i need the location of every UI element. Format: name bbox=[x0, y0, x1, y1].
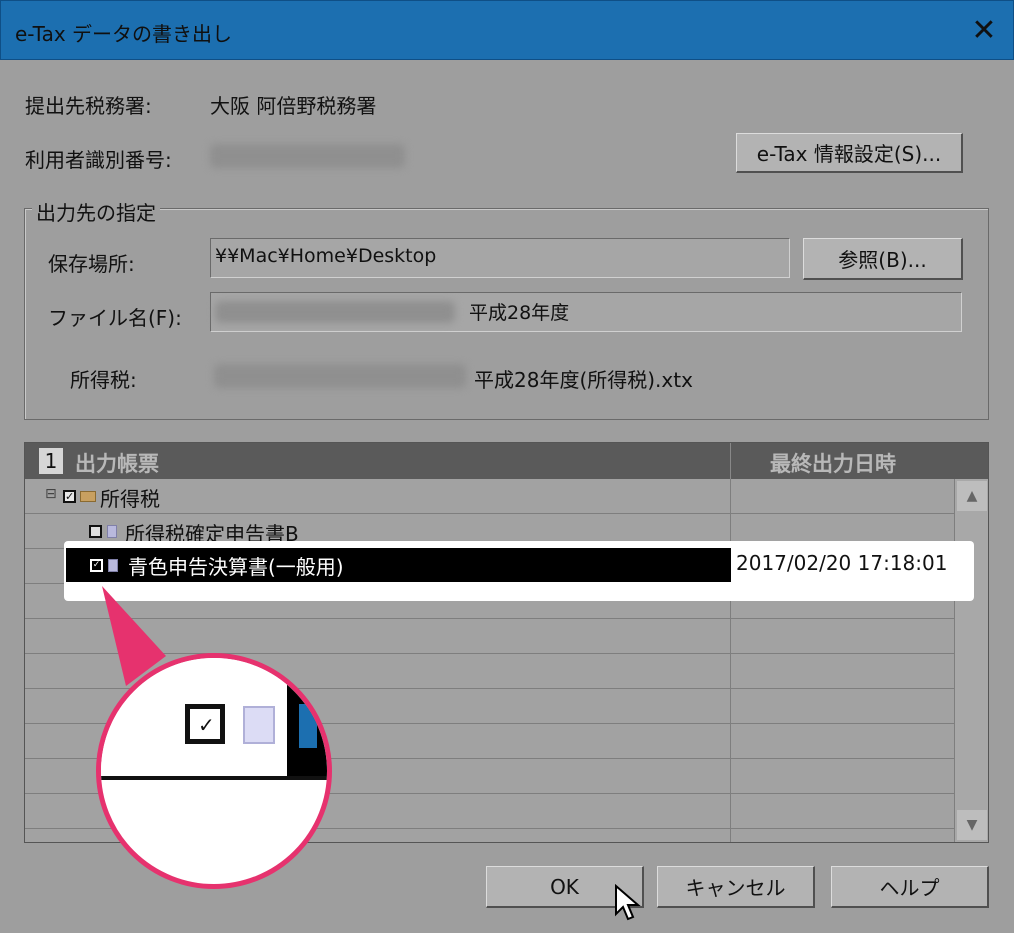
zoom-callout: ✓ bbox=[96, 653, 332, 889]
close-icon[interactable]: ✕ bbox=[955, 1, 1013, 59]
location-label: 保存場所: bbox=[48, 252, 135, 276]
mouse-cursor-icon bbox=[615, 884, 641, 921]
office-label: 提出先税務署: bbox=[25, 94, 152, 118]
row-label: 青色申告決算書(一般用) bbox=[128, 555, 344, 579]
income-tax-label: 所得税: bbox=[70, 368, 137, 392]
table-row[interactable]: ⊟ ✓ 所得税 bbox=[25, 479, 954, 514]
col-forms-header[interactable]: 出力帳票 bbox=[75, 448, 159, 478]
user-id-redacted bbox=[210, 144, 405, 168]
vertical-scrollbar[interactable]: ▲ ▼ bbox=[954, 479, 988, 842]
cursor-shape bbox=[615, 884, 641, 921]
filename-label: ファイル名(F): bbox=[48, 306, 182, 330]
zoom-row-divider bbox=[101, 776, 327, 780]
header-divider bbox=[730, 443, 731, 479]
browse-button[interactable]: 参照(B)... bbox=[803, 238, 963, 280]
scroll-down-icon[interactable]: ▼ bbox=[957, 810, 987, 840]
filename-input[interactable]: 平成28年度 bbox=[210, 292, 962, 332]
scroll-up-icon[interactable]: ▲ bbox=[957, 481, 987, 511]
row-date: 2017/02/20 17:18:01 bbox=[736, 551, 948, 575]
etax-settings-button[interactable]: e-Tax 情報設定(S)... bbox=[736, 133, 963, 173]
dialog-body: 提出先税務署: 大阪 阿倍野税務署 利用者識別番号: e-Tax 情報設定(S)… bbox=[0, 60, 1014, 933]
income-tax-file: 平成28年度(所得税).xtx bbox=[474, 368, 693, 392]
folder-icon bbox=[80, 491, 96, 502]
zoom-document-icon bbox=[243, 706, 275, 744]
checkbox-icon[interactable]: ✓ bbox=[63, 490, 76, 503]
filename-value: 平成28年度 bbox=[469, 302, 570, 324]
location-input[interactable]: ¥¥Mac¥Home¥Desktop bbox=[210, 238, 790, 278]
column-divider bbox=[730, 479, 731, 842]
selected-row[interactable]: ✓ 青色申告決算書(一般用) bbox=[66, 548, 731, 582]
grid-header: 1 出力帳票 最終出力日時 bbox=[25, 443, 988, 479]
user-id-label: 利用者識別番号: bbox=[25, 148, 172, 172]
help-button[interactable]: ヘルプ bbox=[831, 866, 989, 908]
col-last-output-header[interactable]: 最終出力日時 bbox=[770, 448, 896, 478]
filename-redacted bbox=[215, 301, 455, 323]
grid-header-number: 1 bbox=[39, 448, 63, 474]
office-value: 大阪 阿倍野税務署 bbox=[210, 94, 377, 118]
zoom-checkbox-icon: ✓ bbox=[185, 704, 225, 744]
title-bar: e-Tax データの書き出し ✕ bbox=[0, 0, 1014, 60]
collapse-icon[interactable]: ⊟ bbox=[45, 486, 57, 502]
row-label: 所得税 bbox=[100, 487, 160, 511]
zoom-text-fragment bbox=[299, 704, 317, 748]
document-icon bbox=[107, 525, 117, 538]
document-icon bbox=[108, 559, 118, 572]
output-group-title: 出力先の指定 bbox=[32, 197, 160, 226]
cancel-button[interactable]: キャンセル bbox=[657, 866, 815, 908]
checkbox-checked-icon[interactable]: ✓ bbox=[90, 559, 103, 572]
window-title: e-Tax データの書き出し bbox=[15, 22, 233, 46]
checkbox-icon[interactable] bbox=[89, 525, 102, 538]
income-tax-path-redacted bbox=[214, 364, 466, 388]
zoom-check-glyph: ✓ bbox=[198, 713, 215, 737]
